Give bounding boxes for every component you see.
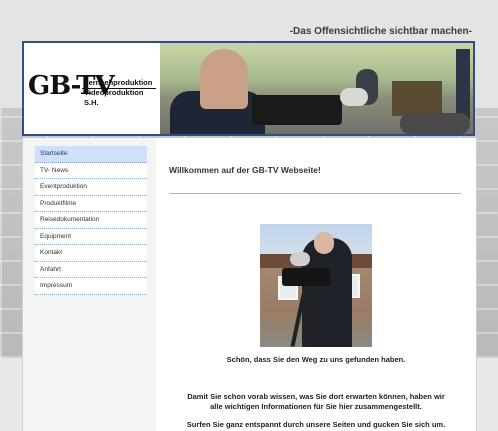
nav-item-produktfilme[interactable]: Produktfilme (35, 195, 147, 212)
cameraman-photo (260, 224, 372, 347)
logo-line-1: Fernsehproduktion (84, 78, 153, 87)
site-tagline: -Das Offensichtliche sichtbar machen- (289, 26, 472, 37)
nav-item-tv-news[interactable]: TV- News (35, 162, 147, 179)
info-text-line-1: Damit Sie schon vorab wissen, was Sie do… (187, 392, 445, 401)
logo-divider (82, 88, 156, 89)
site-header: GB-TV Fernsehproduktion Videoproduktion … (22, 41, 475, 136)
page-title: Willkommen auf der GB-TV Webseite! (169, 165, 321, 175)
page-body: Startseite TV- News Eventproduktion Prod… (22, 138, 477, 431)
nav-item-startseite[interactable]: Startseite (35, 146, 147, 163)
nav-item-eventproduktion[interactable]: Eventproduktion (35, 179, 147, 196)
header-photo (160, 43, 473, 134)
site-logo[interactable]: GB-TV Fernsehproduktion Videoproduktion … (26, 71, 158, 107)
logo-line-2: Videoproduktion S.H. (84, 88, 144, 107)
sidebar-nav: Startseite TV- News Eventproduktion Prod… (35, 146, 147, 295)
browse-text: Surfen Sie ganz entspannt durch unsere S… (186, 420, 446, 429)
nav-item-reisedokumentation[interactable]: Reisedokumentation (35, 212, 147, 229)
content-divider (169, 193, 461, 194)
nav-item-anfahrt[interactable]: Anfahrt (35, 261, 147, 278)
main-content: Willkommen auf der GB-TV Webseite! Schön… (156, 138, 476, 431)
nav-item-equipment[interactable]: Equipment (35, 228, 147, 245)
nav-item-kontakt[interactable]: Kontakt (35, 245, 147, 262)
welcome-text: Schön, dass Sie den Weg zu uns gefunden … (226, 355, 406, 364)
logo-text: Fernsehproduktion Videoproduktion S.H. (84, 78, 158, 108)
info-text-line-2: alle wichtigen Informationen für Sie hie… (210, 402, 422, 411)
nav-item-impressum[interactable]: Impressum (35, 278, 147, 295)
